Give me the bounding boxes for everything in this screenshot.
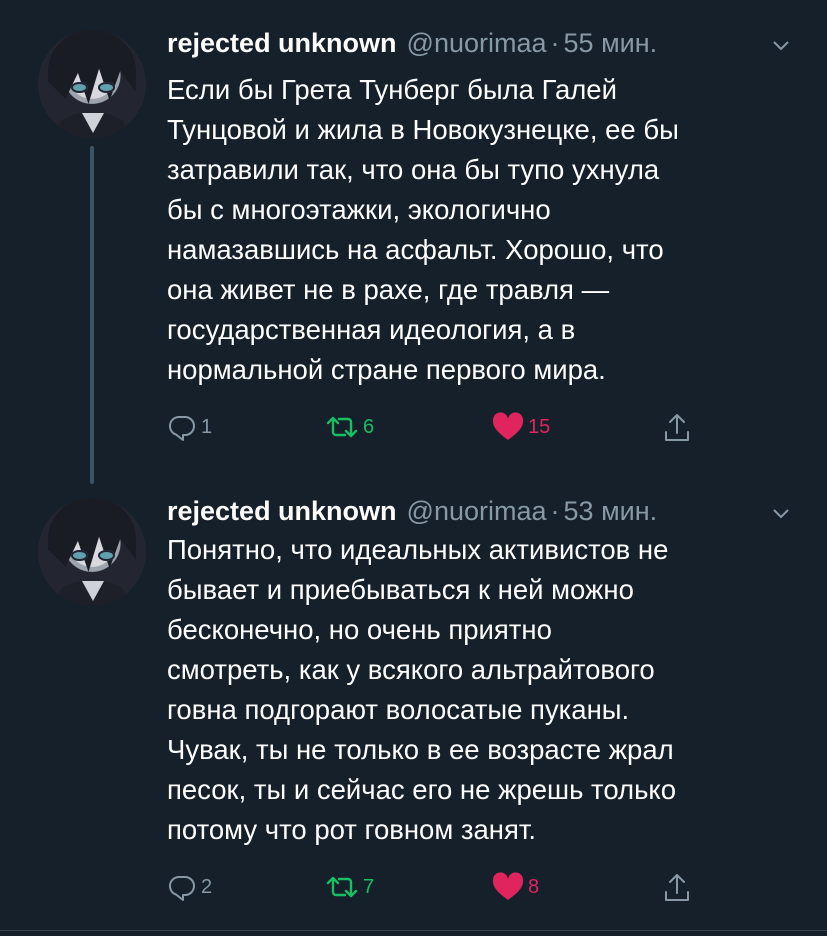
tweet[interactable]: rejected unknown @nuorimaa · 53 мин. Пон… [0, 468, 827, 936]
share-icon [665, 414, 689, 441]
share-button[interactable] [662, 412, 692, 444]
author-name[interactable]: rejected unknown [167, 496, 397, 527]
retweet-icon [326, 876, 358, 898]
separator-dot: · [550, 496, 560, 526]
retweet-count: 7 [363, 875, 375, 898]
retweet-count: 6 [363, 415, 375, 438]
avatar[interactable] [38, 498, 146, 606]
chevron-down-icon[interactable] [770, 34, 792, 56]
chevron-down-icon[interactable] [770, 502, 792, 524]
author-handle[interactable]: @nuorimaa [407, 496, 547, 527]
like-count: 8 [528, 875, 540, 898]
tweet[interactable]: rejected unknown @nuorimaa · 55 мин. Есл… [0, 0, 827, 484]
retweet-button[interactable]: 6 [325, 412, 374, 442]
reply-icon [168, 875, 195, 901]
reply-icon [168, 415, 195, 441]
like-button[interactable]: 15 [492, 412, 550, 442]
tweet-header: rejected unknown @nuorimaa · 53 мин. [167, 496, 657, 534]
timestamp[interactable]: 55 мин. [564, 28, 658, 59]
retweet-button[interactable]: 7 [325, 872, 374, 902]
tweet-actions: 1 6 15 [167, 412, 727, 448]
timestamp[interactable]: 53 мин. [564, 496, 658, 527]
tweet-actions: 2 7 8 [167, 872, 727, 908]
avatar[interactable] [38, 30, 146, 138]
divider [0, 930, 827, 931]
reply-button[interactable]: 1 [167, 412, 212, 442]
reply-button[interactable]: 2 [167, 872, 212, 902]
share-button[interactable] [662, 872, 692, 904]
share-icon [665, 874, 689, 901]
heart-icon [492, 412, 524, 440]
tweet-text: Если бы Грета Тунберг была Галей Тунцово… [167, 74, 679, 385]
like-count: 15 [528, 415, 551, 438]
author-name[interactable]: rejected unknown [167, 28, 397, 59]
thread-line [90, 146, 94, 484]
tweet-text: Понятно, что идеальных активистов не быв… [167, 534, 677, 845]
author-handle[interactable]: @nuorimaa [407, 28, 547, 59]
heart-icon [492, 872, 524, 900]
tweet-header: rejected unknown @nuorimaa · 55 мин. [167, 28, 657, 66]
retweet-icon [326, 416, 358, 438]
reply-count: 1 [201, 415, 213, 438]
reply-count: 2 [201, 875, 213, 898]
separator-dot: · [550, 28, 560, 58]
like-button[interactable]: 8 [492, 872, 539, 902]
